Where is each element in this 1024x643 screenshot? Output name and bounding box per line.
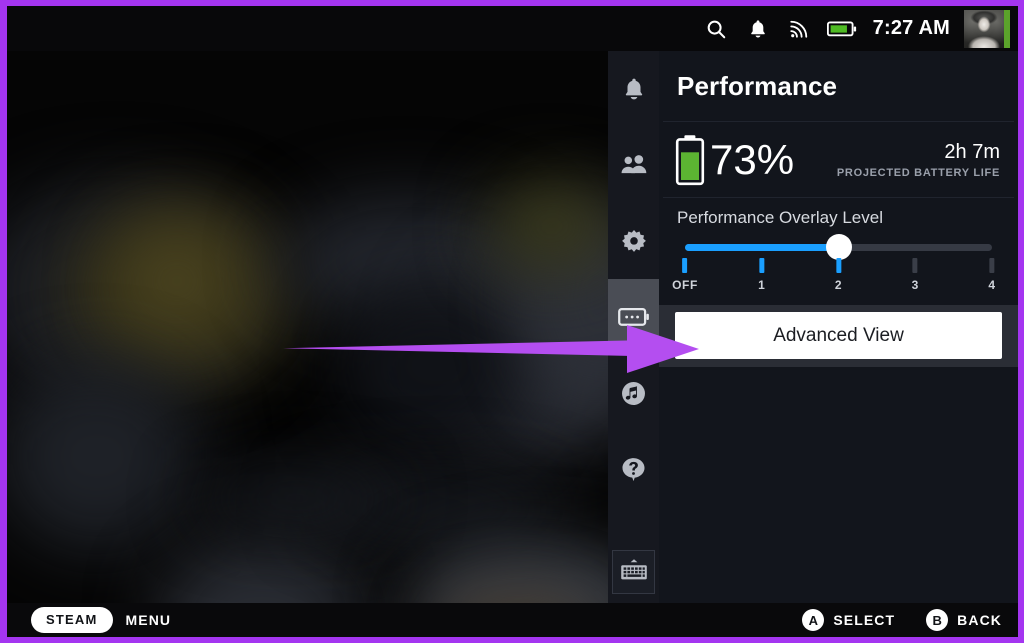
music-note-icon <box>620 380 647 407</box>
advanced-view-button[interactable]: Advanced View <box>675 312 1002 359</box>
hint-button-glyph: A <box>802 609 825 631</box>
slider-tick-3[interactable]: 3 <box>912 258 919 292</box>
battery-time-remaining: 2h 7m <box>944 141 1000 163</box>
slider-tick-2[interactable]: 2 <box>835 258 842 292</box>
sidebar-item-friends[interactable] <box>608 127 659 203</box>
menu-label: MENU <box>125 612 172 628</box>
slider-handle[interactable] <box>825 234 852 260</box>
battery-level-icon <box>673 134 707 186</box>
sidebar-item-settings[interactable] <box>608 203 659 279</box>
search-icon[interactable] <box>695 6 737 51</box>
screenshot-frame: 7:27 AM Performance 73% 2h 7m PROJECTED … <box>0 0 1024 643</box>
slider-tick-4[interactable]: 4 <box>988 258 995 292</box>
question-mark-icon <box>620 456 647 483</box>
overlay-level-slider[interactable] <box>685 234 992 260</box>
hint-label: BACK <box>957 612 1002 628</box>
battery-time-group: 2h 7m PROJECTED BATTERY LIFE <box>837 141 1000 179</box>
hint-back[interactable]: B BACK <box>926 609 1002 631</box>
slider-tick-1[interactable]: 1 <box>758 258 765 292</box>
tick-label: 3 <box>911 278 919 292</box>
button-hints: A SELECT B BACK <box>771 609 1002 631</box>
battery-icon[interactable] <box>821 6 863 51</box>
tick-label: 2 <box>834 278 843 292</box>
battery-summary: 73% 2h 7m PROJECTED BATTERY LIFE <box>659 122 1018 186</box>
page-title: Performance <box>677 71 838 101</box>
notifications-bell-icon[interactable] <box>737 6 779 51</box>
annotation-arrow <box>283 325 699 373</box>
slider-fill <box>685 244 839 251</box>
sidebar-item-notifications[interactable] <box>608 51 659 127</box>
advanced-view-row: Advanced View <box>659 305 1018 367</box>
avatar[interactable] <box>964 9 1010 48</box>
hint-select[interactable]: A SELECT <box>802 609 895 631</box>
gear-icon <box>621 228 647 254</box>
clock: 7:27 AM <box>872 17 950 39</box>
bell-icon <box>621 76 647 102</box>
slider-tick-off[interactable]: OFF <box>672 258 698 292</box>
battery-time-caption: PROJECTED BATTERY LIFE <box>836 167 1000 179</box>
status-bar: 7:27 AM <box>7 6 1018 51</box>
sidebar-item-keyboard[interactable] <box>612 550 655 594</box>
tick-label: 4 <box>988 278 996 292</box>
avatar-image <box>964 9 1004 48</box>
overlay-level-section: Performance Overlay Level OFF 1 2 3 4 <box>659 198 1018 296</box>
bottom-bar: STEAM MENU A SELECT B BACK <box>7 603 1018 637</box>
overlay-level-label: Performance Overlay Level <box>677 208 883 227</box>
people-icon <box>620 153 647 177</box>
wifi-icon[interactable] <box>779 6 821 51</box>
slider-tick-marks: OFF 1 2 3 4 <box>672 258 995 296</box>
avatar-online-status <box>1004 9 1010 48</box>
tick-bar <box>989 258 995 273</box>
device-screen: 7:27 AM Performance 73% 2h 7m PROJECTED … <box>7 6 1018 637</box>
tick-bar <box>682 258 688 273</box>
hint-label: SELECT <box>833 612 896 628</box>
steam-button[interactable]: STEAM <box>31 607 113 633</box>
sidebar-item-help[interactable] <box>608 431 659 507</box>
hint-button-glyph: B <box>926 609 949 631</box>
keyboard-icon <box>619 556 649 589</box>
tick-bar <box>759 258 765 273</box>
battery-percent: 73% <box>710 136 795 183</box>
performance-panel: Performance 73% 2h 7m PROJECTED BATTERY … <box>659 51 1018 603</box>
tick-label: OFF <box>672 278 698 292</box>
tick-label: 1 <box>758 278 766 292</box>
tick-bar <box>836 258 841 273</box>
tick-bar <box>912 258 918 273</box>
